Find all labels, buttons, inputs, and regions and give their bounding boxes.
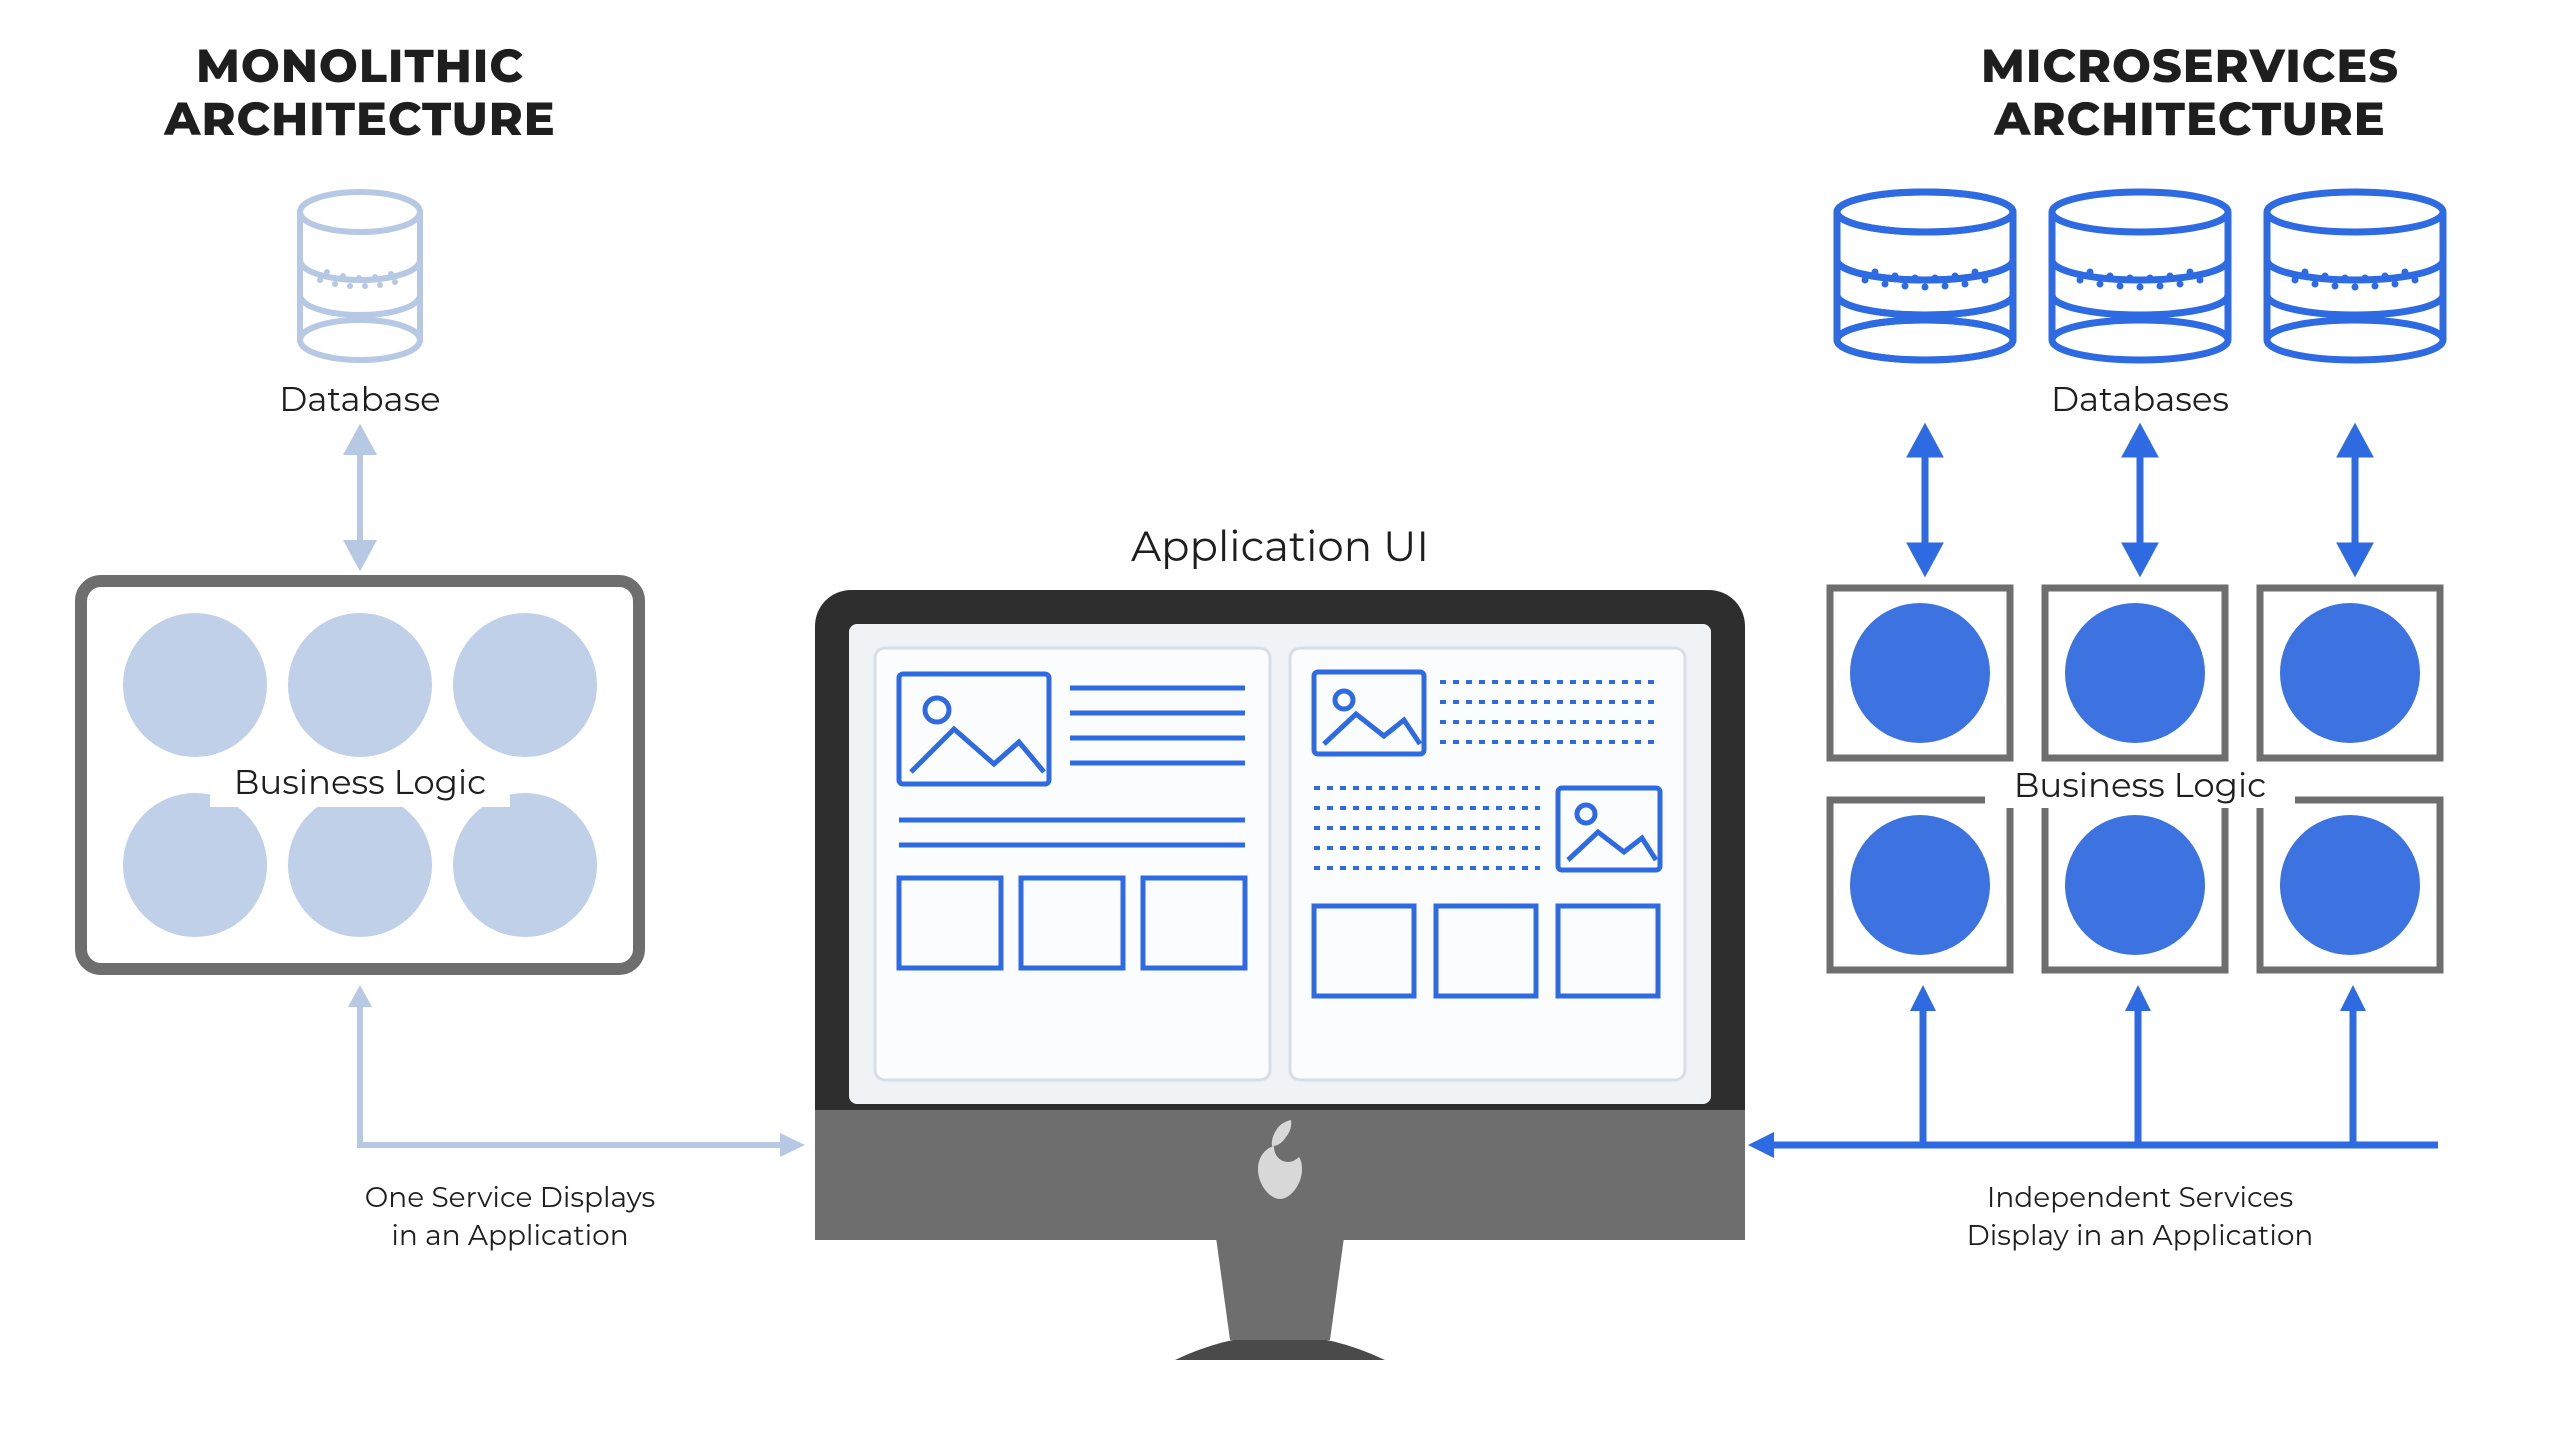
monolithic-title: MONOLITHIC ARCHITECTURE	[80, 40, 640, 146]
microservices-caption-line2: Display in an Application	[1967, 1219, 2314, 1253]
microservices-caption-line1: Independent Services	[1987, 1181, 2293, 1215]
monolithic-business-logic-label: Business Logic	[210, 757, 510, 807]
microservices-db-arrows	[1830, 430, 2450, 570]
monolithic-db-arrow	[345, 430, 375, 565]
monolithic-database-label: Database	[210, 378, 510, 420]
microservices-databases-icon	[1830, 190, 2450, 365]
microservices-databases-label: Databases	[1990, 378, 2290, 420]
monolithic-title-line1: MONOLITHIC	[196, 37, 524, 94]
microservices-title-line2: ARCHITECTURE	[1994, 90, 2385, 147]
diagram-canvas: MONOLITHIC ARCHITECTURE MICROSERVICES AR…	[0, 0, 2560, 1440]
microservices-business-logic-label: Business Logic	[1985, 762, 2295, 808]
microservices-caption: Independent Services Display in an Appli…	[1915, 1180, 2365, 1256]
computer-monitor-icon	[815, 590, 1745, 1380]
monolithic-database-icon	[295, 190, 425, 365]
microservices-title: MICROSERVICES ARCHITECTURE	[1900, 40, 2480, 146]
monolithic-caption: One Service Displays in an Application	[300, 1180, 720, 1256]
microservices-title-line1: MICROSERVICES	[1981, 37, 2399, 94]
application-ui-title: Application UI	[880, 520, 1680, 572]
monolithic-caption-line2: in an Application	[391, 1219, 628, 1253]
monolithic-caption-line1: One Service Displays	[365, 1181, 655, 1215]
monolithic-title-line2: ARCHITECTURE	[164, 90, 555, 147]
